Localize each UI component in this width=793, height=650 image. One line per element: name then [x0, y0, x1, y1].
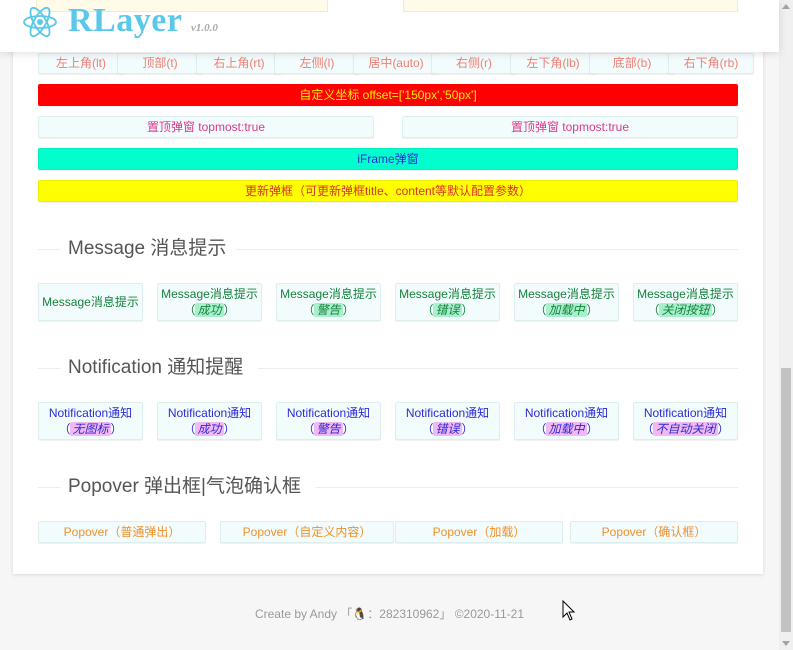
button-tag: 加载中 — [546, 422, 587, 436]
button-label: Message消息提示 — [399, 286, 496, 301]
section-title: Notification 通知提醒 — [68, 357, 244, 378]
position-button[interactable]: 右下角(rb) — [668, 53, 754, 74]
notification-button[interactable]: Notification通知 （警告） — [276, 402, 381, 440]
position-button[interactable]: 右上角(rt) — [196, 53, 282, 74]
button-tag: 警告 — [314, 422, 343, 436]
button-label: Notification通知 — [643, 405, 728, 420]
position-button[interactable]: 顶部(t) — [117, 53, 203, 74]
button-tag-line: （错误） — [421, 422, 474, 436]
button-label: Message消息提示 — [161, 286, 258, 301]
popover-button[interactable]: Popover（普通弹出） — [38, 521, 206, 543]
section-message-header: Message 消息提示 — [38, 237, 738, 261]
obscured-button — [403, 0, 738, 12]
button-label: Notification通知 — [286, 405, 371, 420]
button-tag: 成功 — [195, 303, 224, 317]
button-tag-line: （关闭按钮） — [647, 303, 724, 317]
scroll-up-arrow-icon[interactable] — [782, 4, 790, 9]
message-button[interactable]: Message消息提示 （加载中） — [514, 283, 619, 321]
button-label: Message消息提示 — [637, 286, 734, 301]
position-button[interactable]: 右侧(r) — [431, 53, 517, 74]
position-button[interactable]: 底部(b) — [589, 53, 675, 74]
button-tag-line: （警告） — [302, 422, 355, 436]
button-label: Notification通知 — [167, 405, 252, 420]
button-tag-line: （不自动关闭） — [641, 422, 730, 436]
app-header: RLayer v1.0.0 — [0, 0, 779, 52]
popover-button[interactable]: Popover（自定义内容） — [220, 521, 394, 543]
topmost-button[interactable]: 置顶弹窗 topmost:true — [402, 116, 738, 138]
version-label: v1.0.0 — [191, 22, 218, 34]
popover-button[interactable]: Popover（确认框） — [570, 521, 738, 543]
notification-button[interactable]: Notification通知 （错误） — [395, 402, 500, 440]
button-tag-line: （无图标） — [58, 422, 123, 436]
iframe-button[interactable]: iFrame弹窗 — [38, 148, 738, 170]
scroll-down-arrow-icon[interactable] — [782, 641, 790, 646]
section-popover-header: Popover 弹出框|气泡确认框 — [38, 475, 738, 499]
button-label: Message消息提示 — [518, 286, 615, 301]
button-tag: 无图标 — [70, 422, 111, 436]
position-button[interactable]: 左侧(l) — [274, 53, 360, 74]
react-logo-icon — [23, 6, 57, 38]
scrollbar-thumb[interactable] — [781, 368, 791, 632]
button-tag: 错误 — [433, 422, 462, 436]
notification-button[interactable]: Notification通知 （成功） — [157, 402, 262, 440]
message-button[interactable]: Message消息提示 （关闭按钮） — [633, 283, 738, 321]
notification-button[interactable]: Notification通知 （加载中） — [514, 402, 619, 440]
button-tag: 成功 — [195, 422, 224, 436]
button-tag-line: （加载中） — [534, 422, 599, 436]
button-label: Notification通知 — [524, 405, 609, 420]
button-tag-line: （警告） — [302, 303, 355, 317]
position-button[interactable]: 左上角(lt) — [38, 53, 124, 74]
brand-title: RLayer — [68, 2, 183, 39]
update-button[interactable]: 更新弹框（可更新弹框title、content等默认配置参数） — [38, 180, 738, 202]
message-button[interactable]: Message消息提示 （警告） — [276, 283, 381, 321]
position-button[interactable]: 左下角(lb) — [510, 53, 596, 74]
section-notification-header: Notification 通知提醒 — [38, 356, 738, 380]
button-tag: 加载中 — [546, 303, 587, 317]
section-title: Message 消息提示 — [68, 238, 227, 259]
custom-offset-button[interactable]: 自定义坐标 offset=['150px','50px'] — [38, 84, 738, 106]
notification-button[interactable]: Notification通知 （不自动关闭） — [633, 402, 738, 440]
button-tag: 关闭按钮 — [659, 303, 712, 317]
button-tag-line: （错误） — [421, 303, 474, 317]
vertical-scrollbar[interactable] — [779, 0, 793, 650]
button-tag-line: （加载中） — [534, 303, 599, 317]
message-button[interactable]: Message消息提示 （错误） — [395, 283, 500, 321]
button-label: Notification通知 — [48, 405, 133, 420]
button-tag: 不自动关闭 — [653, 422, 718, 436]
button-label: Message消息提示 — [42, 294, 139, 309]
section-title: Popover 弹出框|气泡确认框 — [68, 476, 301, 497]
mouse-cursor-icon — [562, 600, 576, 621]
button-tag-line: （成功） — [183, 303, 236, 317]
button-label: Notification通知 — [405, 405, 490, 420]
message-button[interactable]: Message消息提示 — [38, 283, 143, 321]
popover-button[interactable]: Popover（加载） — [395, 521, 563, 543]
footer-credit: Create by Andy 「🐧：282310962」 ©2020-11-21 — [254, 607, 525, 621]
button-tag-line: （成功） — [183, 422, 236, 436]
button-label: Message消息提示 — [280, 286, 377, 301]
button-tag: 错误 — [433, 303, 462, 317]
notification-button[interactable]: Notification通知 （无图标） — [38, 402, 143, 440]
topmost-button[interactable]: 置顶弹窗 topmost:true — [38, 116, 374, 138]
message-button[interactable]: Message消息提示 （成功） — [157, 283, 262, 321]
button-tag: 警告 — [314, 303, 343, 317]
position-button[interactable]: 居中(auto) — [353, 53, 439, 74]
